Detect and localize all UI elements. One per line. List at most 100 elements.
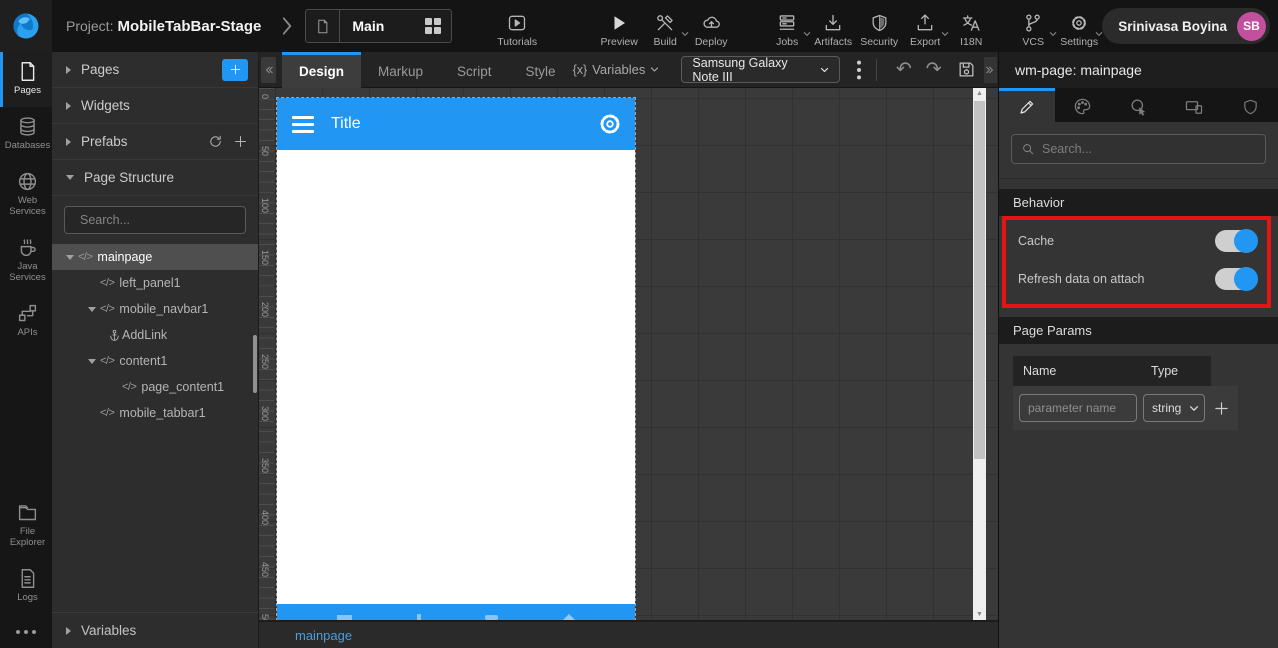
user-menu[interactable]: Srinivasa Boyina SB [1102, 8, 1270, 44]
tab-events[interactable] [1111, 88, 1167, 122]
tab-style[interactable]: Style [509, 52, 573, 88]
sidebar-item-pages[interactable]: Pages [0, 52, 52, 107]
page-structure-caret-icon [66, 175, 74, 180]
tab-styles[interactable] [1055, 88, 1111, 122]
mobile-navbar-widget[interactable]: Title [277, 98, 635, 150]
deploy-button[interactable]: Deploy [688, 4, 734, 48]
inspector-tabs [999, 88, 1278, 122]
add-param-button[interactable] [1213, 400, 1230, 417]
structure-search-input[interactable] [80, 213, 241, 227]
section-widgets[interactable]: Widgets [52, 88, 258, 124]
refresh-prefabs-button[interactable] [208, 134, 223, 149]
navbar-title[interactable]: Title [331, 115, 598, 133]
hamburger-icon[interactable] [292, 115, 314, 133]
behavior-section-header[interactable]: Behavior [999, 189, 1278, 216]
tab-design[interactable]: Design [282, 51, 362, 88]
structure-search[interactable] [64, 206, 246, 234]
tree-node-content1[interactable]: </> content1 [52, 348, 258, 374]
wavemaker-logo[interactable] [0, 0, 52, 52]
tab-devices[interactable] [1166, 88, 1222, 122]
highlight-annotation: Cache Refresh data on attach [1002, 216, 1271, 308]
sidebar-item-databases[interactable]: Databases [0, 107, 52, 162]
add-prefab-button[interactable] [233, 134, 248, 149]
tab-properties[interactable] [999, 88, 1055, 122]
scroll-up-icon[interactable]: ▲ [973, 90, 986, 97]
expand-panel-button[interactable] [983, 56, 997, 83]
tree-node-mobile-navbar1[interactable]: </> mobile_navbar1 [52, 296, 258, 322]
code-icon: </> [78, 251, 93, 263]
tab-markup[interactable]: Markup [361, 52, 440, 88]
properties-search-input[interactable] [1042, 142, 1256, 156]
export-button[interactable]: Export [902, 4, 949, 48]
topbar-actions: Tutorials Preview Build Deploy Jobs Arti… [494, 4, 1103, 48]
page-params-section-header[interactable]: Page Params [999, 317, 1278, 344]
save-button[interactable] [957, 60, 976, 79]
inspector-title: wm-page: mainpage [999, 52, 1278, 88]
search-icon [1023, 144, 1034, 155]
project-label: Project: MobileTabBar-Stage [66, 17, 262, 35]
tutorials-button[interactable]: Tutorials [494, 4, 540, 48]
navbar-gear-icon[interactable] [598, 112, 622, 136]
artifacts-button[interactable]: Artifacts [810, 4, 856, 48]
preview-button[interactable]: Preview [596, 4, 642, 48]
vcs-button[interactable]: VCS [1010, 4, 1057, 48]
variables-menu[interactable]: {x} Variables [573, 62, 660, 77]
sidebar-item-logs[interactable]: Logs [0, 559, 52, 614]
sidebar-item-file-explorer[interactable]: File Explorer [0, 493, 52, 559]
design-canvas[interactable]: 0 50 100 150 200 250 300 350 400 450 500… [259, 88, 998, 620]
sidebar-item-apis[interactable]: APIs [0, 294, 52, 349]
scrollbar-thumb[interactable] [974, 101, 985, 459]
properties-search[interactable] [1011, 134, 1266, 164]
section-variables[interactable]: Variables [52, 612, 258, 648]
param-type-select[interactable]: string [1143, 394, 1205, 422]
tree-node-addlink[interactable]: AddLink [52, 322, 258, 348]
page-grid-icon[interactable] [425, 18, 442, 34]
devices-icon [1186, 101, 1203, 114]
canvas-scrollbar[interactable]: ▲ ▼ [973, 88, 986, 620]
expand-caret-icon[interactable] [88, 306, 96, 312]
web-services-icon [18, 172, 37, 190]
section-page-structure[interactable]: Page Structure [52, 160, 258, 196]
tab-security[interactable] [1222, 88, 1278, 122]
section-prefabs[interactable]: Prefabs [52, 124, 258, 160]
param-name-input[interactable] [1019, 394, 1137, 422]
i18n-icon [963, 15, 980, 31]
device-select[interactable]: Samsung Galaxy Note III [681, 56, 840, 84]
sidebar-item-java-services[interactable]: Java Services [0, 228, 52, 294]
section-pages[interactable]: Pages [52, 52, 258, 88]
page-selector[interactable]: Main [305, 9, 453, 43]
undo-button[interactable]: ↶ [896, 60, 912, 79]
page-content-widget[interactable] [277, 150, 635, 604]
jobs-button[interactable]: Jobs [764, 4, 811, 48]
mobile-tabbar-widget[interactable] [277, 604, 635, 620]
project-chevron-icon[interactable] [279, 15, 295, 37]
more-menu-button[interactable] [856, 59, 862, 81]
expand-caret-icon[interactable] [66, 254, 74, 260]
expand-caret-icon[interactable] [88, 358, 96, 364]
tree-node-mainpage[interactable]: </> mainpage [52, 244, 258, 270]
explorer-scrollbar[interactable] [253, 335, 257, 393]
tree-node-left-panel1[interactable]: </> left_panel1 [52, 270, 258, 296]
open-file-tab-mainpage[interactable]: mainpage [295, 628, 352, 643]
tab-script[interactable]: Script [440, 52, 509, 88]
cache-toggle-on[interactable] [1215, 229, 1258, 253]
code-icon: </> [100, 277, 115, 289]
refresh-data-toggle-on[interactable] [1215, 267, 1258, 291]
collapse-panel-button[interactable] [261, 56, 276, 83]
tree-node-mobile-tabbar1[interactable]: </> mobile_tabbar1 [52, 400, 258, 426]
security-button[interactable]: Security [856, 4, 902, 48]
sidebar-item-web-services[interactable]: Web Services [0, 162, 52, 228]
tree-node-page-content1[interactable]: </> page_content1 [52, 374, 258, 400]
scroll-down-icon[interactable]: ▼ [973, 611, 986, 618]
settings-button[interactable]: Settings [1056, 4, 1103, 48]
i18n-button[interactable]: I18N [948, 4, 994, 48]
redo-button[interactable]: ↷ [926, 60, 942, 79]
phone-preview[interactable]: Title [276, 97, 636, 620]
properties-panel: wm-page: mainpage Search... Behavior Cac… [998, 52, 1278, 648]
add-page-button[interactable] [222, 58, 248, 81]
more-options-icon[interactable] [0, 614, 52, 648]
page-params-table: Name Type string [1013, 356, 1238, 430]
build-button[interactable]: Build [642, 4, 689, 48]
databases-icon [20, 117, 35, 136]
divider [999, 178, 1278, 179]
